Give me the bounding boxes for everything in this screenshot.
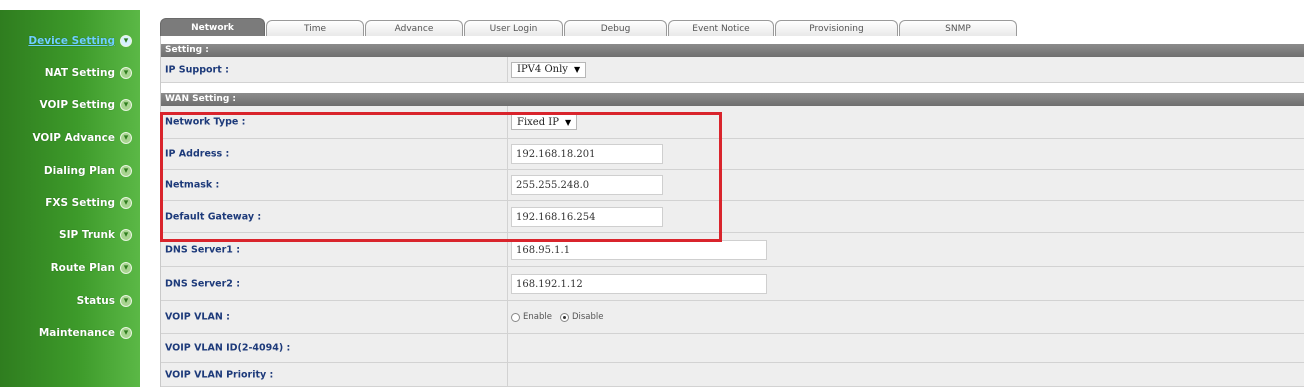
voip-vlan-row: VOIP VLAN : Enable Disable bbox=[161, 301, 1304, 334]
sidebar-item-label: VOIP Advance bbox=[32, 132, 115, 144]
sidebar-item-fxs-setting[interactable]: FXS Setting ▾ bbox=[0, 190, 140, 216]
collapse-arrow-icon: ▾ bbox=[120, 35, 132, 47]
ip-support-value-cell: IPV4 Only ▼ bbox=[511, 61, 587, 78]
column-divider bbox=[507, 301, 508, 333]
expand-arrow-icon: ▾ bbox=[120, 197, 132, 209]
ip-support-select[interactable]: IPV4 Only ▼ bbox=[511, 61, 587, 78]
network-type-label: Network Type : bbox=[165, 116, 246, 128]
voip-vlan-priority-row: VOIP VLAN Priority : bbox=[161, 363, 1304, 387]
voip-vlan-priority-label: VOIP VLAN Priority : bbox=[165, 369, 274, 380]
default-gateway-row: Default Gateway : 192.168.16.254 bbox=[161, 201, 1304, 233]
network-type-row: Network Type : Fixed IP ▼ bbox=[161, 106, 1304, 139]
voip-vlan-id-row: VOIP VLAN ID(2-4094) : bbox=[161, 334, 1304, 363]
voip-vlan-radio-group: Enable Disable bbox=[511, 312, 611, 322]
voip-vlan-id-label: VOIP VLAN ID(2-4094) : bbox=[165, 342, 291, 354]
expand-arrow-icon: ▾ bbox=[120, 295, 132, 307]
expand-arrow-icon: ▾ bbox=[120, 132, 132, 144]
ip-support-selected: IPV4 Only bbox=[517, 64, 568, 75]
column-divider bbox=[507, 233, 508, 266]
sidebar-item-dialing-plan[interactable]: Dialing Plan ▾ bbox=[0, 158, 140, 184]
netmask-label: Netmask : bbox=[165, 179, 220, 191]
dns-server1-input[interactable]: 168.95.1.1 bbox=[511, 239, 767, 260]
expand-arrow-icon: ▾ bbox=[120, 99, 132, 111]
column-divider bbox=[507, 170, 508, 200]
column-divider bbox=[507, 334, 508, 362]
network-type-select[interactable]: Fixed IP ▼ bbox=[511, 114, 578, 130]
dropdown-caret-icon: ▼ bbox=[573, 65, 581, 74]
network-type-value-cell: Fixed IP ▼ bbox=[511, 114, 578, 130]
network-type-selected: Fixed IP bbox=[517, 116, 559, 128]
sidebar-item-device-setting[interactable]: Device Setting ▾ bbox=[0, 28, 140, 54]
network-settings-panel: Setting : IP Support : IPV4 Only ▼ WAN S… bbox=[160, 36, 1304, 387]
column-divider bbox=[507, 363, 508, 386]
netmask-input[interactable]: 255.255.248.0 bbox=[511, 175, 663, 195]
sidebar-item-label: Route Plan bbox=[50, 262, 115, 274]
voip-vlan-enable-label: Enable bbox=[523, 312, 552, 322]
netmask-value-cell: 255.255.248.0 bbox=[511, 175, 663, 195]
ip-support-row: IP Support : IPV4 Only ▼ bbox=[161, 57, 1304, 83]
column-divider bbox=[507, 139, 508, 169]
tab-user-login[interactable]: User Login bbox=[464, 20, 563, 36]
expand-arrow-icon: ▾ bbox=[120, 327, 132, 339]
dropdown-caret-icon: ▼ bbox=[564, 117, 572, 127]
sidebar-item-label: SIP Trunk bbox=[59, 229, 115, 241]
sidebar-item-nat-setting[interactable]: NAT Setting ▾ bbox=[0, 60, 140, 86]
dns-server2-input[interactable]: 168.192.1.12 bbox=[511, 273, 767, 294]
column-divider bbox=[507, 106, 508, 138]
ip-address-value-cell: 192.168.18.201 bbox=[511, 144, 663, 164]
column-divider bbox=[507, 201, 508, 232]
tab-snmp[interactable]: SNMP bbox=[899, 20, 1017, 36]
column-divider bbox=[507, 57, 508, 82]
sidebar-item-label: Maintenance bbox=[38, 327, 115, 339]
sidebar-item-label: Device Setting bbox=[28, 35, 115, 47]
sidebar-item-route-plan[interactable]: Route Plan ▾ bbox=[0, 255, 140, 281]
ip-support-label: IP Support : bbox=[165, 64, 229, 75]
sidebar-item-voip-setting[interactable]: VOIP Setting ▾ bbox=[0, 92, 140, 118]
default-gateway-input[interactable]: 192.168.16.254 bbox=[511, 206, 663, 227]
default-gateway-label: Default Gateway : bbox=[165, 211, 262, 222]
voip-vlan-label: VOIP VLAN : bbox=[165, 311, 230, 323]
voip-vlan-enable-radio[interactable] bbox=[511, 312, 520, 322]
tab-bar: Network Time Advance User Login Debug Ev… bbox=[160, 16, 1304, 36]
dns-server2-label: DNS Server2 : bbox=[165, 278, 240, 289]
tab-event-notice[interactable]: Event Notice bbox=[668, 20, 774, 36]
dns-server1-label: DNS Server1 : bbox=[165, 244, 240, 255]
tab-network[interactable]: Network bbox=[160, 18, 265, 36]
ip-address-row: IP Address : 192.168.18.201 bbox=[161, 139, 1304, 170]
dns-server2-row: DNS Server2 : 168.192.1.12 bbox=[161, 267, 1304, 301]
ip-address-label: IP Address : bbox=[165, 148, 230, 160]
sidebar-item-label: NAT Setting bbox=[44, 67, 115, 79]
netmask-row: Netmask : 255.255.248.0 bbox=[161, 170, 1304, 201]
sidebar-item-label: FXS Setting bbox=[45, 197, 115, 209]
expand-arrow-icon: ▾ bbox=[120, 262, 132, 274]
tab-advance[interactable]: Advance bbox=[365, 20, 463, 36]
dns-server1-value-cell: 168.95.1.1 bbox=[511, 239, 767, 260]
tab-debug[interactable]: Debug bbox=[564, 20, 667, 36]
setting-section-header: Setting : bbox=[161, 44, 1304, 57]
voip-vlan-disable-label: Disable bbox=[571, 312, 604, 322]
sidebar-item-label: Status bbox=[76, 295, 115, 307]
sidebar-item-sip-trunk[interactable]: SIP Trunk ▾ bbox=[0, 222, 140, 248]
sidebar-item-status[interactable]: Status ▾ bbox=[0, 288, 140, 314]
sidebar-item-label: Dialing Plan bbox=[43, 165, 115, 177]
sidebar: Device Setting ▾ NAT Setting ▾ VOIP Sett… bbox=[0, 10, 140, 387]
ip-address-input[interactable]: 192.168.18.201 bbox=[511, 144, 663, 164]
voip-vlan-value-cell: Enable Disable bbox=[511, 312, 611, 322]
sidebar-item-label: VOIP Setting bbox=[39, 99, 115, 111]
expand-arrow-icon: ▾ bbox=[120, 165, 132, 177]
expand-arrow-icon: ▾ bbox=[120, 67, 132, 79]
voip-vlan-disable-radio[interactable] bbox=[559, 312, 569, 322]
default-gateway-value-cell: 192.168.16.254 bbox=[511, 206, 663, 227]
column-divider bbox=[507, 267, 508, 300]
sidebar-item-maintenance[interactable]: Maintenance ▾ bbox=[0, 320, 140, 346]
tab-time[interactable]: Time bbox=[266, 20, 364, 36]
dns-server2-value-cell: 168.192.1.12 bbox=[511, 273, 767, 294]
wan-section-header: WAN Setting : bbox=[161, 93, 1304, 106]
tab-provisioning[interactable]: Provisioning bbox=[775, 20, 898, 36]
sidebar-item-voip-advance[interactable]: VOIP Advance ▾ bbox=[0, 125, 140, 151]
dns-server1-row: DNS Server1 : 168.95.1.1 bbox=[161, 233, 1304, 267]
expand-arrow-icon: ▾ bbox=[120, 229, 132, 241]
